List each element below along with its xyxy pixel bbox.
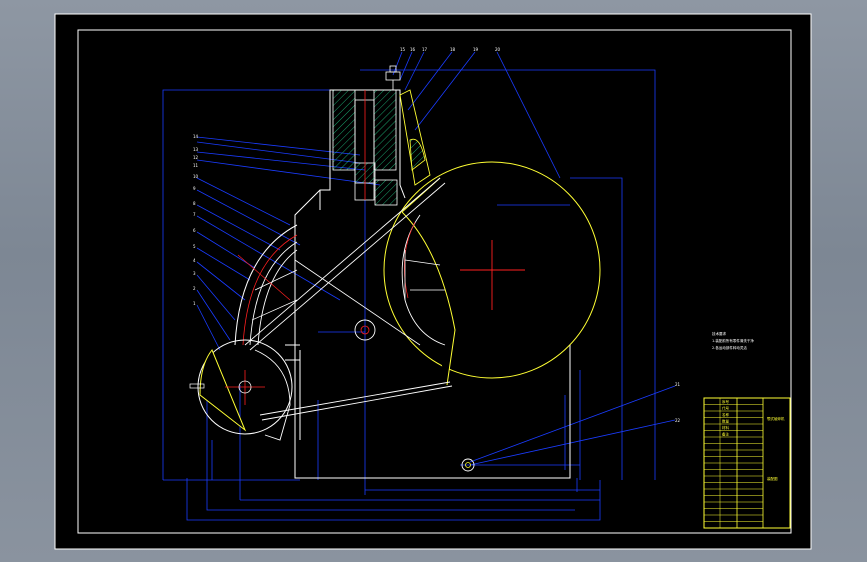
- callout-16: 16: [410, 47, 416, 52]
- notes-line-1: 1.装配前所有零件清洗干净: [712, 338, 754, 343]
- notes-heading: 技术要求: [712, 331, 726, 336]
- title-block-cell: 序号: [722, 399, 730, 404]
- title-block-cell: 数量: [722, 419, 730, 424]
- title-block-cell: 名称: [722, 412, 730, 417]
- callout-15: 15: [400, 47, 406, 52]
- title-block-type: 装配图: [767, 476, 778, 481]
- callout-18: 18: [450, 47, 456, 52]
- callout-14: 14: [193, 134, 199, 139]
- cad-drawing-canvas[interactable]: 15 16 17 18 19 20 14 13 12 11 10 9 8 7 6…: [0, 0, 867, 562]
- title-block-cell: 备注: [722, 432, 730, 437]
- cad-viewport[interactable]: 15 16 17 18 19 20 14 13 12 11 10 9 8 7 6…: [0, 0, 867, 562]
- callout-10: 10: [193, 174, 199, 179]
- callout-20: 20: [495, 47, 501, 52]
- callout-17: 17: [422, 47, 428, 52]
- title-block-cell: 材料: [722, 425, 730, 430]
- notes-line-2: 2.各运动部件转动灵活: [712, 345, 747, 350]
- title-block-name: 颚式破碎机: [767, 416, 785, 421]
- callout-21: 21: [675, 382, 681, 387]
- title-block-cell: 代号: [722, 406, 730, 411]
- callout-12: 12: [193, 155, 199, 160]
- callout-13: 13: [193, 147, 199, 152]
- callout-11: 11: [193, 163, 199, 168]
- callout-19: 19: [473, 47, 479, 52]
- callout-22: 22: [675, 418, 681, 423]
